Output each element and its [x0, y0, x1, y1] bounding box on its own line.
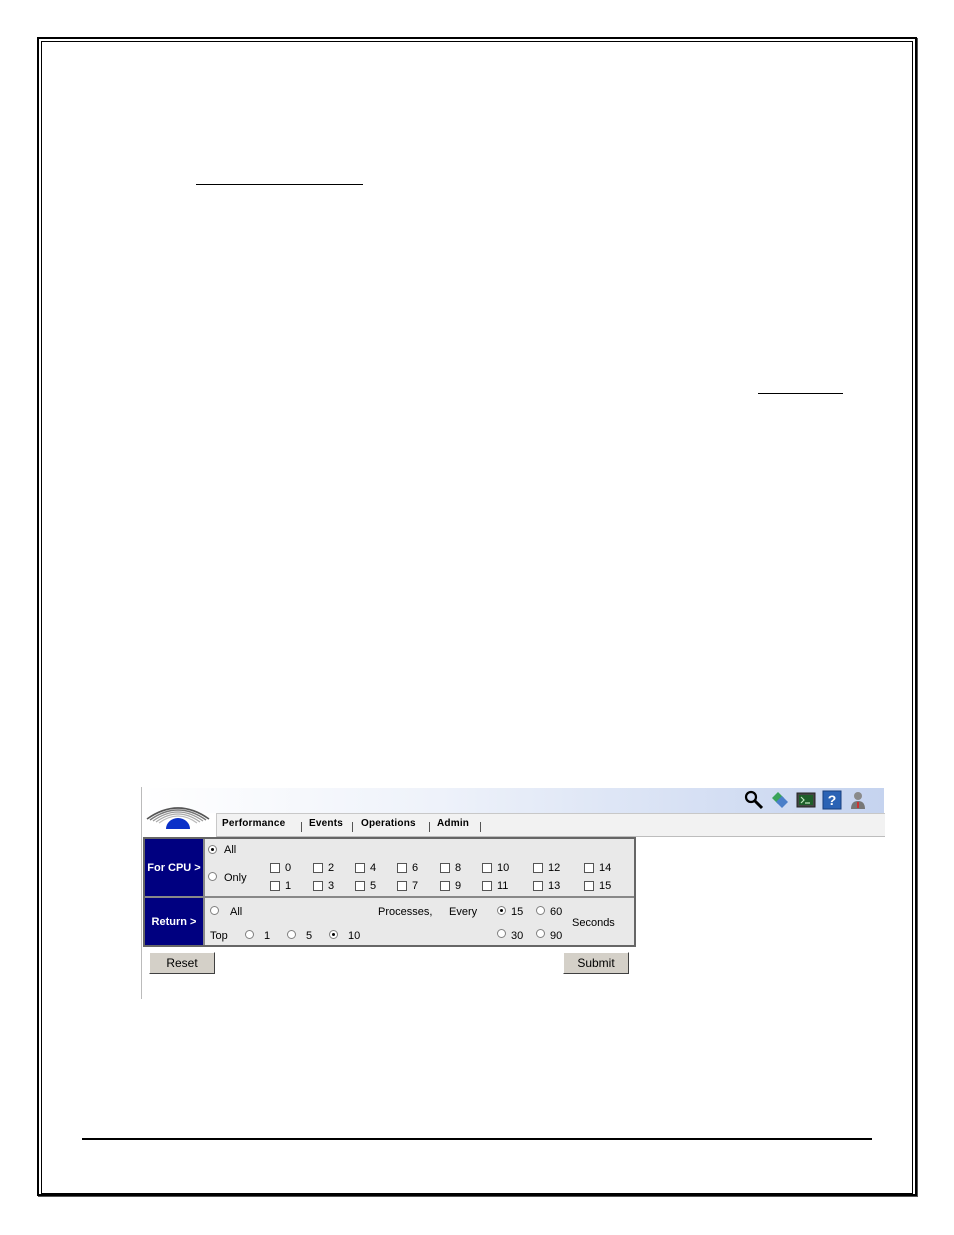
link-underline: [758, 393, 843, 394]
interval-15-radio[interactable]: [497, 906, 506, 915]
nav-events[interactable]: Events: [309, 818, 343, 829]
top-5-label: 5: [306, 930, 313, 942]
nav-separator: [429, 822, 430, 832]
svg-text:?: ?: [828, 792, 837, 808]
cpu-0-checkbox[interactable]: [270, 863, 280, 873]
cpu-8-checkbox[interactable]: [440, 863, 450, 873]
cpu-4-label: 4: [370, 862, 377, 874]
top-10-label: 10: [348, 930, 361, 942]
terminal-icon[interactable]: [796, 790, 816, 810]
nav-separator: [352, 822, 353, 832]
cpu-2-checkbox[interactable]: [313, 863, 323, 873]
cpu-12-checkbox[interactable]: [533, 863, 543, 873]
page-border-inner: [41, 41, 913, 1194]
cpu-3-checkbox[interactable]: [313, 881, 323, 891]
cpu-5-label: 5: [370, 880, 377, 892]
cpu-1-checkbox[interactable]: [270, 881, 280, 891]
every-label: Every: [449, 906, 478, 918]
cpu-label: For CPU >: [145, 839, 203, 896]
cpu-0-label: 0: [285, 862, 292, 874]
nav-separator: [480, 822, 481, 832]
interval-60-radio[interactable]: [536, 906, 545, 915]
cpu-3-label: 3: [328, 880, 335, 892]
cpu-15-label: 15: [599, 880, 612, 892]
label-separator: [203, 839, 205, 896]
cpu-11-label: 11: [497, 880, 509, 892]
title-underline: [196, 184, 363, 185]
diamond-icon[interactable]: [770, 790, 790, 810]
reset-button[interactable]: Reset: [149, 952, 215, 974]
cpu-7-checkbox[interactable]: [397, 881, 407, 891]
cpu-14-label: 14: [599, 862, 612, 874]
cpu-5-checkbox[interactable]: [355, 881, 365, 891]
label-separator: [203, 898, 205, 945]
top-label: Top: [210, 930, 228, 942]
nav-separator: [301, 822, 302, 832]
cpu-13-checkbox[interactable]: [533, 881, 543, 891]
nav-admin[interactable]: Admin: [437, 818, 469, 829]
interval-60-label: 60: [550, 906, 563, 918]
cpu-12-label: 12: [548, 862, 561, 874]
help-icon[interactable]: ?: [822, 790, 842, 810]
nav-performance[interactable]: Performance: [222, 818, 285, 829]
cpu-2-label: 2: [328, 862, 335, 874]
cpu-only-label: Only: [224, 872, 247, 884]
cpu-6-checkbox[interactable]: [397, 863, 407, 873]
top-1-label: 1: [264, 930, 271, 942]
cpu-7-label: 7: [412, 880, 419, 892]
cpu-10-checkbox[interactable]: [482, 863, 492, 873]
processes-label: Processes,: [378, 906, 433, 918]
interval-90-label: 90: [550, 930, 563, 942]
cpu-all-label: All: [224, 844, 237, 856]
cpu-15-checkbox[interactable]: [584, 881, 594, 891]
return-all-radio[interactable]: [210, 906, 219, 915]
search-icon[interactable]: [744, 790, 764, 810]
cpu-9-checkbox[interactable]: [440, 881, 450, 891]
return-label: Return >: [145, 898, 203, 945]
app-header: Performance Events Operations Admin ?: [142, 787, 885, 837]
top-1-radio[interactable]: [245, 930, 254, 939]
interval-30-radio[interactable]: [497, 929, 506, 938]
logo: [146, 807, 210, 829]
footer-rule: [82, 1138, 872, 1140]
interval-15-label: 15: [511, 906, 524, 918]
cpu-row: For CPU > All Only 0 1 2 3 4 5 6 7 8 9 1…: [145, 839, 634, 896]
cpu-11-checkbox[interactable]: [482, 881, 492, 891]
cpu-9-label: 9: [455, 880, 462, 892]
cpu-10-label: 10: [497, 862, 510, 874]
cpu-4-checkbox[interactable]: [355, 863, 365, 873]
cpu-13-label: 13: [548, 880, 561, 892]
return-row: Return > All Top 1 5 10 Processes, Every…: [145, 898, 634, 945]
top-10-radio[interactable]: [329, 930, 338, 939]
interval-90-radio[interactable]: [536, 929, 545, 938]
cpu-only-radio[interactable]: [208, 872, 217, 881]
cpu-1-label: 1: [285, 880, 292, 892]
app-screenshot: Performance Events Operations Admin ? Fo…: [141, 787, 885, 999]
nav-operations[interactable]: Operations: [361, 818, 416, 829]
cpu-all-radio[interactable]: [208, 845, 217, 854]
return-all-label: All: [230, 906, 243, 918]
submit-button[interactable]: Submit: [563, 952, 629, 974]
user-icon[interactable]: [848, 790, 868, 810]
cpu-8-label: 8: [455, 862, 462, 874]
cpu-filter-form: For CPU > All Only 0 1 2 3 4 5 6 7 8 9 1…: [143, 837, 636, 947]
seconds-label: Seconds: [572, 917, 615, 929]
top-5-radio[interactable]: [287, 930, 296, 939]
interval-30-label: 30: [511, 930, 524, 942]
cpu-14-checkbox[interactable]: [584, 863, 594, 873]
main-nav: Performance Events Operations Admin: [216, 813, 885, 837]
cpu-6-label: 6: [412, 862, 419, 874]
